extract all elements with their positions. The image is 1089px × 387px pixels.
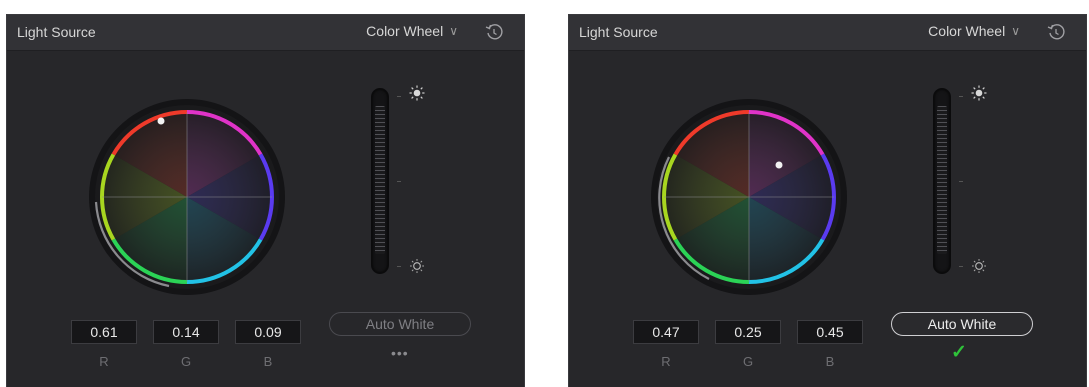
panel-title: Light Source xyxy=(579,24,658,40)
b-value-field[interactable]: 0.09 xyxy=(235,320,301,344)
b-channel-label: B xyxy=(825,354,835,369)
r-value-field[interactable]: 0.47 xyxy=(633,320,699,344)
panel-title: Light Source xyxy=(17,24,96,40)
color-wheel-graphic xyxy=(651,99,847,295)
slider-tick xyxy=(959,96,963,97)
slider-tick xyxy=(397,96,401,97)
color-wheel[interactable] xyxy=(649,97,849,297)
auto-white-button[interactable]: Auto White xyxy=(891,312,1033,336)
panel-header: Light Source Color Wheel ∨ xyxy=(7,15,524,51)
slider-tick xyxy=(959,266,963,267)
mode-dropdown[interactable]: Color Wheel ∨ xyxy=(366,23,458,39)
slider-grip xyxy=(375,106,385,254)
checkmark-icon: ✓ xyxy=(951,342,967,363)
sun-bright-icon xyxy=(409,85,425,101)
chevron-down-icon: ∨ xyxy=(449,24,458,38)
chevron-down-icon: ∨ xyxy=(1011,24,1020,38)
sun-bright-icon xyxy=(971,85,987,101)
mode-label: Color Wheel xyxy=(366,23,444,39)
panel-header: Light Source Color Wheel ∨ xyxy=(569,15,1086,51)
wheel-handle[interactable] xyxy=(775,161,783,169)
sun-dim-icon xyxy=(410,259,424,273)
more-dots-icon: ••• xyxy=(391,345,409,361)
b-value-field[interactable]: 0.45 xyxy=(797,320,863,344)
mode-dropdown[interactable]: Color Wheel ∨ xyxy=(928,23,1020,39)
sun-dim-icon xyxy=(972,259,986,273)
brightness-slider[interactable] xyxy=(371,88,389,274)
r-channel-label: R xyxy=(661,354,671,369)
r-value-field[interactable]: 0.61 xyxy=(71,320,137,344)
brightness-slider[interactable] xyxy=(933,88,951,274)
auto-white-button[interactable]: Auto White xyxy=(329,312,471,336)
g-value-field[interactable]: 0.25 xyxy=(715,320,781,344)
r-channel-label: R xyxy=(99,354,109,369)
mode-label: Color Wheel xyxy=(928,23,1006,39)
slider-tick xyxy=(397,266,401,267)
b-channel-label: B xyxy=(263,354,273,369)
wheel-handle[interactable] xyxy=(157,117,165,125)
color-wheel-graphic xyxy=(89,99,285,295)
g-value-field[interactable]: 0.14 xyxy=(153,320,219,344)
light-source-panel-right: Light Source Color Wheel ∨ 0.47 0.25 0.4… xyxy=(568,14,1087,387)
slider-grip xyxy=(937,106,947,254)
g-channel-label: G xyxy=(180,354,192,369)
reset-icon[interactable] xyxy=(1046,22,1066,42)
reset-icon[interactable] xyxy=(484,22,504,42)
slider-tick xyxy=(959,181,963,182)
color-wheel[interactable] xyxy=(87,97,287,297)
slider-tick xyxy=(397,181,401,182)
g-channel-label: G xyxy=(742,354,754,369)
light-source-panel-left: Light Source Color Wheel ∨ 0.61 0.14 0.0… xyxy=(6,14,525,387)
